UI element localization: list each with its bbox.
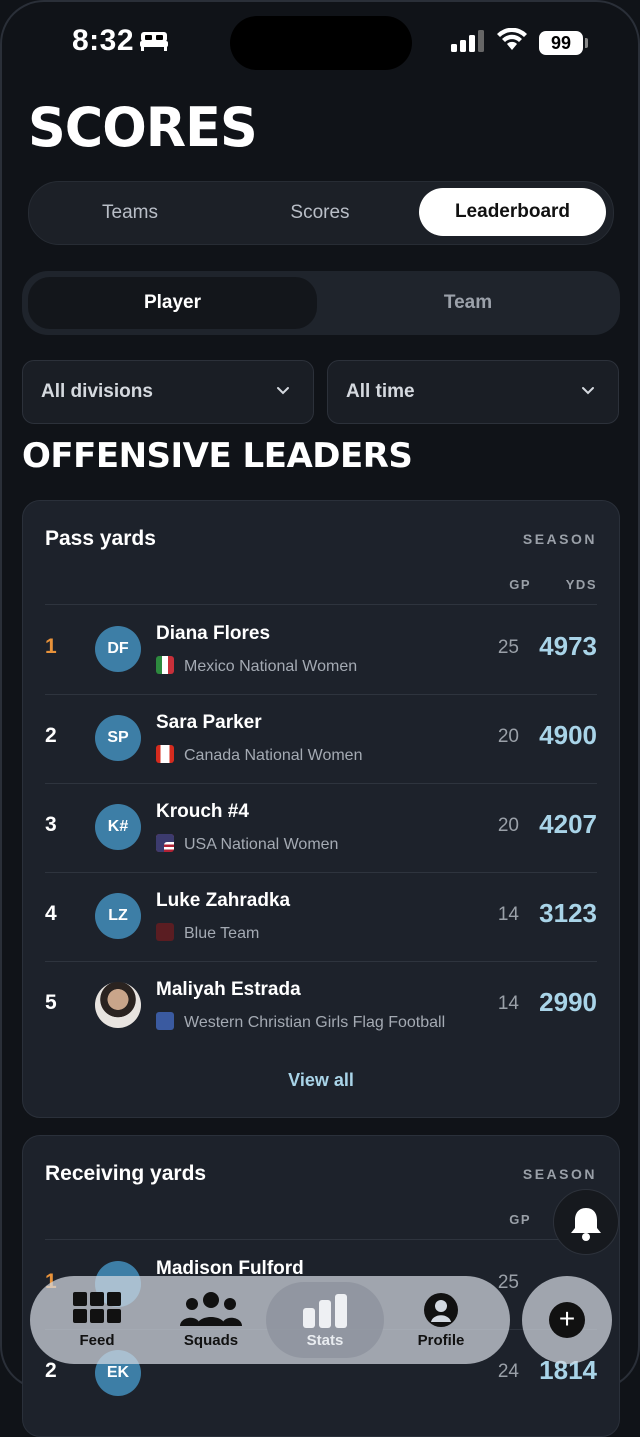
avatar: LZ	[95, 893, 141, 939]
player-name: Sara Parker	[156, 712, 262, 733]
division-dropdown[interactable]: All divisions	[22, 360, 314, 424]
games-played: 24	[497, 1361, 519, 1382]
rank: 1	[45, 635, 57, 658]
team-line: Western Christian Girls Flag Football	[156, 1012, 445, 1032]
chevron-down-icon	[277, 387, 289, 395]
period-dropdown[interactable]: All time	[327, 360, 619, 424]
nav-label: Squads	[183, 1332, 239, 1349]
games-played: 25	[497, 637, 519, 658]
card-title: Pass yards	[45, 527, 156, 550]
period-dropdown-label: All time	[346, 381, 415, 402]
player-name: Luke Zahradka	[156, 890, 291, 911]
people-icon	[180, 1292, 242, 1326]
player-name: Diana Flores	[156, 623, 271, 644]
yards: 4900	[539, 720, 597, 750]
rank: 4	[45, 902, 57, 925]
avatar: DF	[95, 626, 141, 672]
grid-icon	[73, 1292, 121, 1323]
chevron-down-icon	[582, 387, 594, 395]
card-title: Receiving yards	[45, 1162, 207, 1185]
games-played: 25	[497, 1272, 519, 1293]
nav-stats[interactable]: Stats	[266, 1282, 384, 1358]
player-name: Maliyah Estrada	[156, 979, 301, 1000]
battery-tip	[585, 38, 588, 48]
bell-icon	[571, 1208, 601, 1241]
page-title: SCORES	[28, 96, 258, 159]
team-line: Canada National Women	[156, 745, 362, 765]
leader-row[interactable]: 2 SP Sara Parker Canada National Women 2…	[23, 694, 619, 783]
mexico-flag-icon	[156, 656, 174, 674]
team-name: Blue Team	[184, 925, 260, 942]
avatar: K#	[95, 804, 141, 850]
games-played: 14	[497, 993, 519, 1014]
dynamic-island	[230, 16, 412, 70]
tab-leaderboard[interactable]: Leaderboard	[419, 188, 606, 236]
pass-yards-card: Pass yards SEASON GP YDS 1 DF Diana Flor…	[22, 500, 620, 1118]
nav-label: Stats	[306, 1332, 344, 1349]
yards: 4207	[539, 809, 597, 839]
battery-indicator: 99	[539, 31, 583, 55]
rank: 5	[45, 991, 57, 1014]
rank: 2	[45, 724, 57, 747]
col-header-gp: GP	[509, 1212, 531, 1227]
notifications-button[interactable]	[553, 1189, 619, 1255]
view-all-link[interactable]: View all	[23, 1070, 619, 1091]
team-name: USA National Women	[184, 836, 339, 853]
person-icon	[424, 1293, 458, 1327]
division-dropdown-label: All divisions	[41, 381, 153, 402]
avatar: SP	[95, 715, 141, 761]
team-line: Blue Team	[156, 923, 259, 943]
nav-profile[interactable]: Profile	[382, 1276, 500, 1364]
team-logo-icon	[156, 1012, 174, 1030]
main-tabs: Teams Scores Leaderboard	[28, 181, 614, 245]
bar-chart-icon	[303, 1294, 347, 1328]
nav-label: Profile	[417, 1332, 465, 1349]
canada-flag-icon	[156, 745, 174, 763]
games-played: 20	[497, 815, 519, 836]
team-name: Western Christian Girls Flag Football	[184, 1014, 446, 1031]
leader-row[interactable]: 5 Maliyah Estrada Western Christian Girl…	[23, 961, 619, 1050]
signal-icon	[451, 30, 484, 52]
status-time: 8:32	[72, 24, 135, 57]
team-name: Canada National Women	[184, 747, 363, 764]
yards: 2990	[539, 987, 597, 1017]
tab-teams[interactable]: Teams	[35, 182, 225, 244]
tab-scores[interactable]: Scores	[225, 182, 415, 244]
yards: 3123	[539, 898, 597, 928]
plus-icon: +	[549, 1302, 585, 1338]
leader-row[interactable]: 1 DF Diana Flores Mexico National Women …	[23, 605, 619, 694]
tab-team[interactable]: Team	[322, 271, 614, 335]
sleep-focus-icon	[140, 32, 168, 51]
wifi-icon	[497, 28, 527, 50]
leader-row[interactable]: 3 K# Krouch #4 USA National Women 20 420…	[23, 783, 619, 872]
team-logo-icon	[156, 923, 174, 941]
bottom-nav: Feed Squads Stats Profile	[30, 1276, 510, 1364]
games-played: 20	[497, 726, 519, 747]
yards: 4973	[539, 631, 597, 661]
create-button[interactable]: +	[522, 1276, 612, 1364]
player-team-toggle: Player Team	[22, 271, 620, 335]
avatar-photo	[95, 982, 141, 1028]
rank: 3	[45, 813, 57, 836]
usa-flag-icon	[156, 834, 174, 852]
games-played: 14	[497, 904, 519, 925]
nav-squads[interactable]: Squads	[152, 1276, 270, 1364]
col-header-gp: GP	[509, 577, 531, 592]
team-line: USA National Women	[156, 834, 338, 854]
section-title: OFFENSIVE LEADERS	[22, 436, 413, 476]
tab-player[interactable]: Player	[28, 277, 317, 329]
nav-feed[interactable]: Feed	[38, 1276, 156, 1364]
status-bar: 8:32 99	[0, 0, 640, 86]
nav-label: Feed	[79, 1332, 115, 1349]
col-header-yds: YDS	[565, 577, 597, 592]
team-line: Mexico National Women	[156, 656, 357, 676]
player-name: Krouch #4	[156, 801, 249, 822]
leader-row[interactable]: 4 LZ Luke Zahradka Blue Team 14 3123	[23, 872, 619, 961]
card-period: SEASON	[522, 531, 597, 547]
team-name: Mexico National Women	[184, 658, 358, 675]
card-period: SEASON	[522, 1166, 597, 1182]
